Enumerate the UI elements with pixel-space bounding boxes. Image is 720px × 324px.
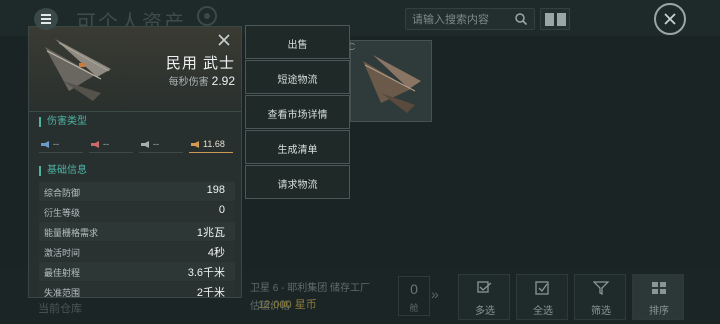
damage-explosive: 11.68 [189,137,233,153]
stat-key: 综合防御 [44,188,81,198]
stat-row: 能量栅格需求 1兆瓦 [39,222,235,241]
damage-kinetic: -- [139,137,183,153]
multi-select-label: 多选 [475,306,495,317]
multi-select-button[interactable]: 多选 [458,274,510,320]
select-all-label: 全选 [533,306,553,317]
count-unit: 舱 [409,303,419,313]
stat-value: 198 [206,184,225,196]
stat-value: 2千米 [196,287,225,298]
filter-button[interactable]: 筛选 [574,274,626,320]
menu-item-label: 查看市场详情 [267,110,328,121]
select-all-button[interactable]: 全选 [516,274,568,320]
context-menu: 出售 短途物流 查看市场详情 生成清单 请求物流 [245,25,350,200]
stat-key: 衍生等级 [44,208,81,218]
close-page-button[interactable] [654,3,686,35]
explosive-damage-icon [191,141,199,148]
search-icon[interactable] [514,12,528,26]
close-icon [664,13,676,25]
menu-item-request-logistics[interactable]: 请求物流 [245,165,350,199]
stat-value: 0 [218,204,225,216]
item-detail-panel: 民用 武士 每秒伤害 2.92 伤害类型 -- -- -- 11.68 基础信息 … [28,26,242,298]
em-damage-icon [41,141,49,148]
dps-row: 每秒伤害 2.92 [129,73,235,88]
stat-table: 综合防御 198 衍生等级 0 能量栅格需求 1兆瓦 激活时间 4秒 最佳射程 3.6千米… [39,182,235,298]
stat-key: 激活时间 [44,248,81,258]
damage-value: -- [153,139,159,149]
location-text: 卫星 6 - 耶利集团 储存工厂 [250,283,371,294]
damage-value: -- [103,139,109,149]
dps-label: 每秒伤害 [168,77,209,88]
stat-value: 4秒 [207,247,225,259]
dps-value: 2.92 [211,74,235,88]
basic-info-label: 基础信息 [39,166,87,176]
divider [29,111,241,112]
sort-label: 排序 [649,306,669,317]
search-box[interactable] [405,8,535,30]
checkbox-icon [477,281,492,293]
filter-icon [593,281,609,295]
menu-item-label: 请求物流 [277,180,318,191]
damage-thermal: -- [89,137,133,153]
filter-label: 筛选 [591,306,611,317]
hangar-label[interactable]: 当前仓库 [38,300,82,316]
menu-item-label: 生成清单 [277,145,318,156]
ship-thumbnail-icon [363,55,421,113]
menu-item-generate-list[interactable]: 生成清单 [245,130,350,164]
stat-value: 1兆瓦 [196,227,225,239]
count-box: 0 舱 [398,276,430,316]
menu-item-sell[interactable]: 出售 [245,25,350,59]
menu-item-label: 短途物流 [277,75,318,86]
item-name: 民用 武士 [165,55,235,72]
search-input[interactable] [412,12,508,27]
stat-key: 失准范围 [44,288,81,298]
ship-icon [45,39,111,101]
kinetic-damage-icon [141,141,149,148]
menu-item-label: 出售 [287,40,308,51]
damage-type-label: 伤害类型 [39,117,87,127]
stat-key: 能量栅格需求 [44,228,99,238]
asset-card[interactable] [350,40,432,122]
damage-row: -- -- -- 11.68 [39,137,235,153]
stat-row: 激活时间 4秒 [39,242,235,261]
price-value: 12,000 星币 [258,299,317,311]
stat-row: 最佳射程 3.6千米 [39,262,235,281]
ring-icon [197,6,217,26]
damage-value: -- [53,139,59,149]
select-all-icon [535,281,549,295]
stat-key: 最佳射程 [44,268,81,278]
count-value: 0 [410,281,418,297]
view-toggle-icon[interactable] [540,8,570,30]
stat-value: 3.6千米 [187,267,225,279]
menu-icon[interactable] [34,8,58,30]
thermal-damage-icon [91,141,99,148]
menu-item-market-details[interactable]: 查看市场详情 [245,95,350,129]
stat-row: 衍生等级 0 [39,202,235,221]
damage-value: 11.68 [203,139,225,149]
stat-row: 失准范围 2千米 [39,282,235,298]
sort-button[interactable]: 排序 [632,274,684,320]
close-icon[interactable] [217,33,231,47]
sort-icon [652,282,666,294]
chevron-right-icon[interactable]: » [431,286,439,302]
damage-em: -- [39,137,83,153]
stat-row: 综合防御 198 [39,182,235,201]
menu-item-short-logistics[interactable]: 短途物流 [245,60,350,94]
